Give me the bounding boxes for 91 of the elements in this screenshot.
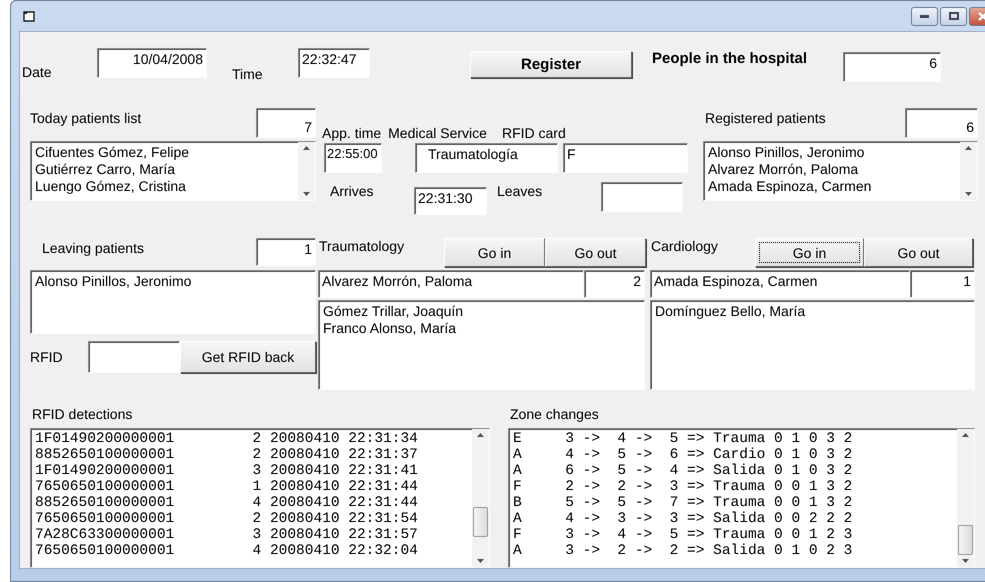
go-out-button[interactable]: Go out xyxy=(545,238,646,267)
list-item[interactable]: A 4 -> 5 -> 6 => Cardio 0 1 0 3 2 xyxy=(513,447,953,463)
go-out-button[interactable]: Go out xyxy=(864,238,973,267)
scroll-thumb[interactable] xyxy=(958,525,973,555)
scrollbar[interactable] xyxy=(298,142,315,200)
go-in-button[interactable]: Go in xyxy=(755,238,864,267)
maximize-icon xyxy=(948,12,958,20)
rfid-card-field[interactable]: F xyxy=(563,143,688,173)
service-label: Cardiology xyxy=(651,238,719,254)
zone-changes-list[interactable] xyxy=(508,428,975,568)
list-item[interactable]: 8852650100000001 2 20080410 22:31:37 xyxy=(35,447,468,463)
people-count-field[interactable]: 6 xyxy=(843,52,942,82)
rfid-field[interactable] xyxy=(88,341,180,373)
list-item[interactable]: F 3 -> 4 -> 5 => Trauma 0 0 1 2 3 xyxy=(513,527,953,543)
window-icon xyxy=(23,10,35,22)
today-patients-label: Today patients list xyxy=(30,110,142,126)
scroll-down-icon[interactable] xyxy=(303,192,310,196)
arrives-label: Arrives xyxy=(330,183,375,199)
scroll-up-icon[interactable] xyxy=(962,433,969,437)
arrives-field[interactable]: 22:31:30 xyxy=(414,187,487,215)
service-count-field[interactable]: 2 xyxy=(584,270,645,298)
medical-service-label: Medical Service xyxy=(388,125,487,141)
scrollbar[interactable] xyxy=(957,429,974,567)
list-item[interactable]: E 3 -> 4 -> 5 => Trauma 0 1 0 3 2 xyxy=(513,431,953,447)
list-item[interactable]: Domínguez Bello, María xyxy=(655,303,970,320)
register-button[interactable]: Register xyxy=(470,51,632,78)
waiting-patients-list[interactable]: Gómez Trillar, Joaquín Franco Alonso, María xyxy=(318,300,645,390)
registered-count-field[interactable]: 6 xyxy=(905,108,978,138)
time-field[interactable]: 22:32:47 xyxy=(298,48,370,78)
list-item[interactable]: 8852650100000001 4 20080410 22:31:44 xyxy=(35,495,468,511)
leaves-field[interactable] xyxy=(601,182,684,212)
list-item[interactable]: 1F01490200000001 3 20080410 22:31:41 xyxy=(35,463,468,479)
zone-changes-label: Zone changes xyxy=(510,406,600,422)
minimize-button[interactable] xyxy=(911,6,938,26)
scrollbar[interactable] xyxy=(472,429,489,567)
scroll-up-icon[interactable] xyxy=(477,433,484,437)
current-patient-field[interactable]: Alvarez Morrón, Paloma xyxy=(318,270,584,298)
list-item[interactable]: 7650650100000001 2 20080410 22:31:54 xyxy=(35,511,468,527)
list-item[interactable]: Gómez Trillar, Joaquín xyxy=(323,303,640,320)
scroll-down-icon[interactable] xyxy=(477,559,484,563)
service-count-field[interactable]: 1 xyxy=(910,270,975,298)
maximize-button[interactable] xyxy=(940,6,967,26)
list-item[interactable]: B 5 -> 5 -> 7 => Trauma 0 0 1 3 2 xyxy=(513,495,953,511)
list-item[interactable]: A 3 -> 2 -> 2 => Salida 0 1 0 2 3 xyxy=(513,543,953,559)
date-label: Date xyxy=(22,64,53,80)
scrollbar[interactable] xyxy=(960,142,977,200)
scroll-up-icon[interactable] xyxy=(303,146,310,150)
app-time-label: App. time xyxy=(322,125,382,141)
people-in-hospital-label: People in the hospital xyxy=(652,50,808,67)
scroll-down-icon[interactable] xyxy=(962,559,969,563)
list-item[interactable]: A 4 -> 3 -> 3 => Salida 0 0 2 2 2 xyxy=(513,511,953,527)
list-item[interactable]: Amada Espinoza, Carmen xyxy=(708,178,956,195)
list-item[interactable]: F 2 -> 2 -> 3 => Trauma 0 0 1 3 2 xyxy=(513,479,953,495)
rfid-card-label: RFID card xyxy=(502,125,566,141)
leaving-count-field[interactable]: 1 xyxy=(256,238,316,266)
scroll-thumb[interactable] xyxy=(473,507,488,537)
list-item[interactable]: Gutiérrez Carro, María xyxy=(35,161,294,178)
get-rfid-back-button[interactable]: Get RFID back xyxy=(180,341,316,373)
rfid-detections-label: RFID detections xyxy=(32,406,134,422)
scroll-down-icon[interactable] xyxy=(965,192,972,196)
list-item[interactable]: 7A28C63300000001 3 20080410 22:31:57 xyxy=(35,527,468,543)
list-item[interactable]: 1F01490200000001 2 20080410 22:31:34 xyxy=(35,431,468,447)
registered-patients-label: Registered patients xyxy=(705,110,827,126)
rfid-label: RFID xyxy=(30,349,64,365)
list-item[interactable]: Cifuentes Gómez, Felipe xyxy=(35,144,294,161)
close-icon xyxy=(978,12,985,20)
go-in-button[interactable]: Go in xyxy=(444,238,545,267)
registered-patients-list[interactable]: Alonso Pinillos, Jeronimo Alvarez Morrón, Paloma Amada Espinoza, Carmen xyxy=(703,141,978,201)
time-label: Time xyxy=(232,66,264,82)
minimize-icon xyxy=(920,14,929,18)
scroll-up-icon[interactable] xyxy=(965,146,972,150)
app-time-field[interactable]: 22:55:00 xyxy=(324,143,382,173)
medical-service-field[interactable]: Traumatología xyxy=(415,143,558,173)
current-patient-field[interactable]: Amada Espinoza, Carmen xyxy=(650,270,910,298)
list-item[interactable]: A 6 -> 5 -> 4 => Salida 0 1 0 3 2 xyxy=(513,463,953,479)
list-item[interactable]: 7650650100000001 4 20080410 22:32:04 xyxy=(35,543,468,559)
today-count-field[interactable]: 7 xyxy=(256,108,316,138)
list-item[interactable]: Franco Alonso, María xyxy=(323,320,640,337)
waiting-patients-list[interactable]: Domínguez Bello, María xyxy=(650,300,975,390)
leaving-patients-label: Leaving patients xyxy=(42,240,145,256)
rfid-detections-list[interactable] xyxy=(30,428,490,568)
list-item[interactable]: Luengo Gómez, Cristina xyxy=(35,178,294,195)
date-field[interactable]: 10/04/2008 xyxy=(97,48,207,78)
leaving-patients-list[interactable]: Alonso Pinillos, Jeronimo xyxy=(30,270,316,334)
list-item[interactable]: Alonso Pinillos, Jeronimo xyxy=(708,144,956,161)
list-item[interactable]: 7650650100000001 1 20080410 22:31:44 xyxy=(35,479,468,495)
service-label: Traumatology xyxy=(319,238,406,254)
list-item[interactable]: Alvarez Morrón, Paloma xyxy=(708,161,956,178)
leaves-label: Leaves xyxy=(497,183,542,199)
list-item[interactable]: Alonso Pinillos, Jeronimo xyxy=(35,273,311,290)
today-patients-list[interactable]: Cifuentes Gómez, Felipe Gutiérrez Carro, María Luengo Gómez, Cristina xyxy=(30,141,316,201)
